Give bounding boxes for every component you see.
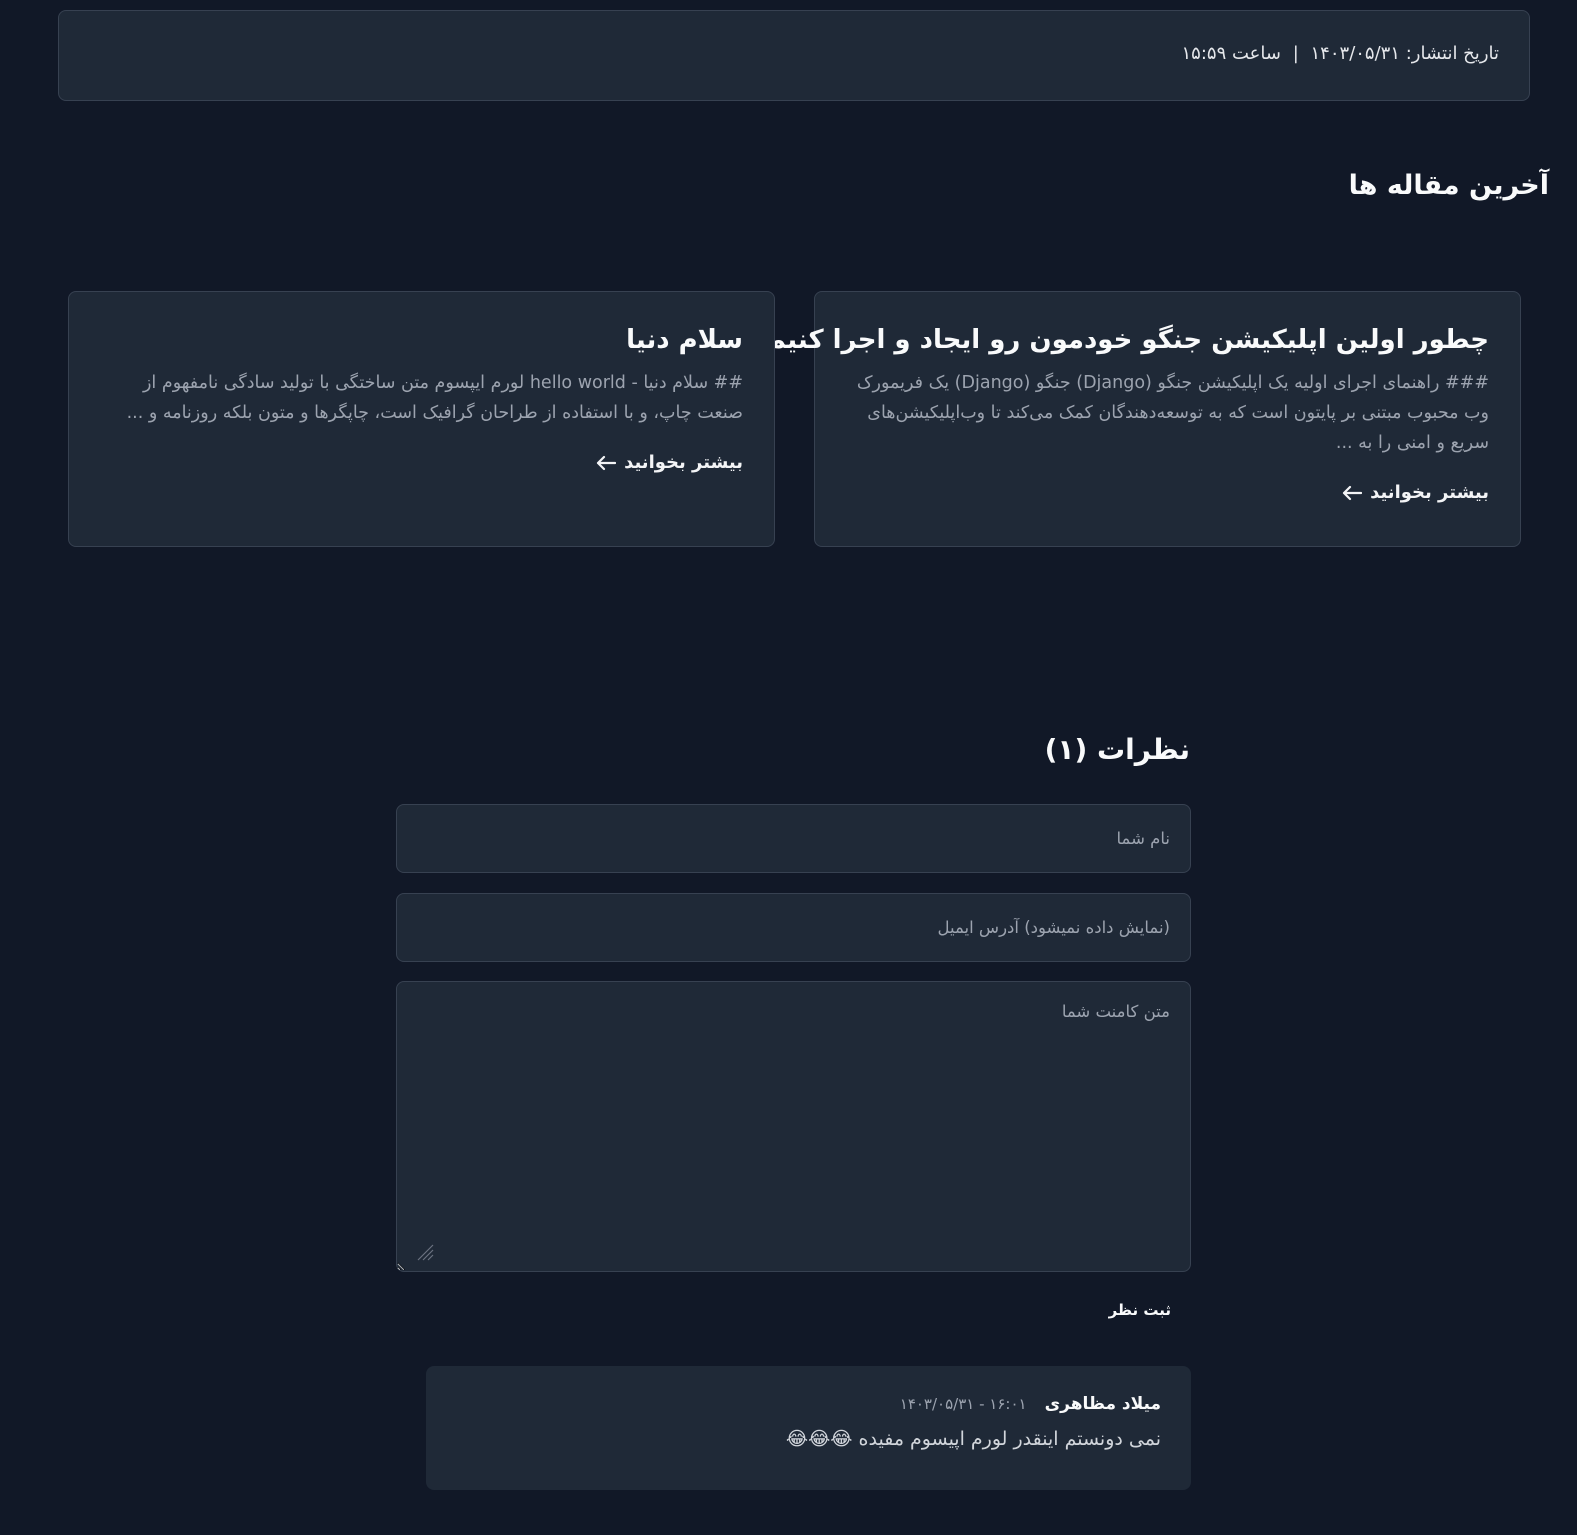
comment-textarea[interactable] <box>396 981 1191 1272</box>
submit-comment-button[interactable]: ثبت نظر <box>1109 1301 1171 1319</box>
arrow-left-icon <box>1342 485 1363 500</box>
article-card: سلام دنیا ## سلام دنیا - hello world لور… <box>68 291 775 547</box>
latest-articles-title: آخرین مقاله ها <box>1348 170 1549 201</box>
publish-time-label: ساعت ۱۵:۵۹ <box>1181 43 1281 64</box>
arrow-left-icon <box>596 455 617 470</box>
comment-author: میلاد مظاهری <box>1044 1394 1161 1414</box>
article-title[interactable]: سلام دنیا <box>100 322 743 358</box>
read-more-label: بیشتر بخوانید <box>624 452 743 473</box>
comment-text: نمی دونستم اینقدر لورم اپیسوم مفیده 😂😂😂 <box>785 1428 1161 1450</box>
name-input[interactable] <box>396 804 1191 873</box>
read-more-label: بیشتر بخوانید <box>1370 482 1489 503</box>
comments-title: نظرات (۱) <box>1044 733 1190 766</box>
article-excerpt: ## سلام دنیا - hello world لورم ایپسوم م… <box>126 373 743 423</box>
comment-item: میلاد مظاهری ۱۶:۰۱ - ۱۴۰۳/۰۵/۳۱ نمی دونس… <box>426 1366 1191 1490</box>
read-more-link[interactable]: بیشتر بخوانید <box>596 452 743 473</box>
article-title[interactable]: چطور اولین اپلیکیشن جنگو خودمون رو ایجاد… <box>752 322 1489 358</box>
read-more-link[interactable]: بیشتر بخوانید <box>1342 482 1489 503</box>
publish-date: تاریخ انتشار: ۱۴۰۳/۰۵/۳۱ | ساعت ۱۵:۵۹ <box>1182 43 1499 64</box>
date-separator: | <box>1292 43 1299 64</box>
email-input[interactable] <box>396 893 1191 962</box>
publish-info-card: تاریخ انتشار: ۱۴۰۳/۰۵/۳۱ | ساعت ۱۵:۵۹ <box>58 10 1530 101</box>
article-card: چطور اولین اپلیکیشن جنگو خودمون رو ایجاد… <box>752 291 1521 547</box>
publish-date-label: تاریخ انتشار: ۱۴۰۳/۰۵/۳۱ <box>1310 43 1499 64</box>
comment-datetime: ۱۶:۰۱ - ۱۴۰۳/۰۵/۳۱ <box>899 1395 1027 1413</box>
comment-header: میلاد مظاهری ۱۶:۰۱ - ۱۴۰۳/۰۵/۳۱ <box>456 1394 1161 1414</box>
resize-grip-icon[interactable] <box>416 1243 434 1261</box>
article-excerpt: ### راهنمای اجرای اولیه یک اپلیکیشن جنگو… <box>856 373 1489 453</box>
